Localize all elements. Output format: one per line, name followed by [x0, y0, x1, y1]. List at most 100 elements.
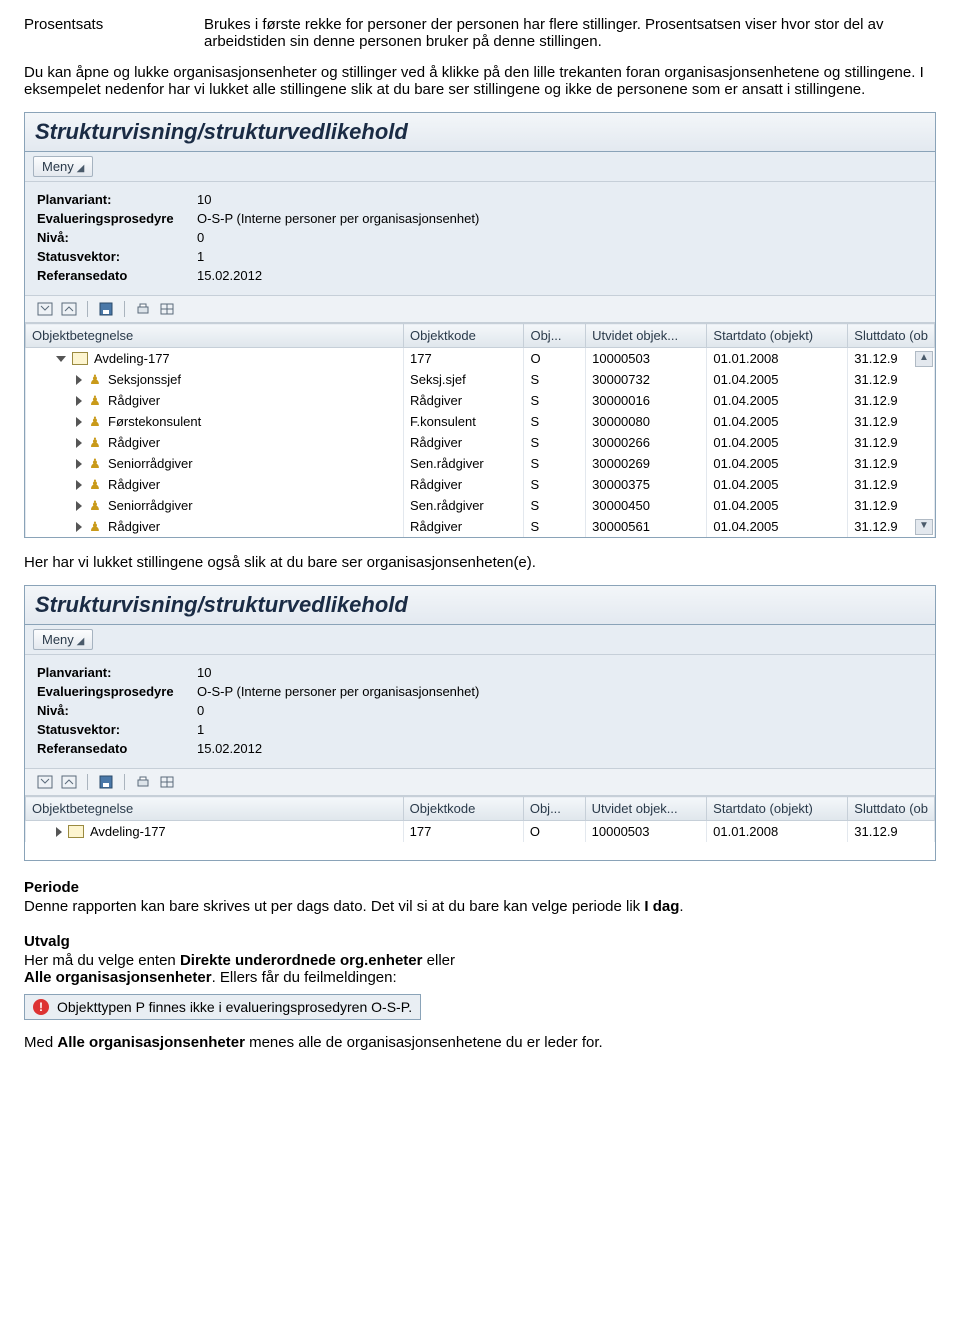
info-label: Referansedato [37, 739, 197, 758]
expander-icon[interactable] [76, 438, 82, 448]
scroll-down-icon[interactable]: ▼ [915, 519, 933, 535]
cell: 31.12.9 [848, 495, 935, 516]
table-row[interactable]: Avdeling-177177O1000050301.01.200831.12.… [26, 821, 935, 843]
person-icon: ♟ [88, 499, 102, 513]
person-icon: ♟ [88, 457, 102, 471]
info-label: Planvariant: [37, 663, 197, 682]
info-value: 0 [197, 701, 204, 720]
cell: 30000450 [586, 495, 707, 516]
cell: 01.04.2005 [707, 453, 848, 474]
text: Denne rapporten kan bare skrives ut per … [24, 898, 644, 915]
col-header[interactable]: Obj... [523, 797, 585, 821]
sap-grid: Objektbetegnelse Objektkode Obj... Utvid… [25, 796, 935, 860]
col-header[interactable]: Utvidet objek... [585, 797, 707, 821]
table-row[interactable]: ♟SeksjonssjefSeksj.sjefS3000073201.04.20… [26, 369, 935, 390]
expander-icon[interactable] [76, 459, 82, 469]
expander-icon[interactable] [56, 356, 66, 362]
sap-grid: Objektbetegnelse Objektkode Obj... Utvid… [25, 323, 935, 537]
expander-icon[interactable] [76, 522, 82, 532]
cell: 31.12.9 [848, 474, 935, 495]
expander-icon[interactable] [76, 396, 82, 406]
cell: S [524, 516, 586, 537]
cell: 31.12.9 [848, 432, 935, 453]
expander-icon[interactable] [76, 375, 82, 385]
cell: 01.01.2008 [707, 348, 848, 370]
menu-button[interactable]: Meny [33, 629, 93, 650]
cell: S [524, 474, 586, 495]
col-header[interactable]: Objektbetegnelse [26, 797, 404, 821]
row-label: Seniorrådgiver [108, 456, 193, 471]
cell: 30000561 [586, 516, 707, 537]
col-header[interactable]: Sluttdato (ob [848, 324, 935, 348]
collapse-icon[interactable] [35, 773, 55, 791]
col-header[interactable]: Startdato (objekt) [707, 797, 848, 821]
sap-title: Strukturvisning/strukturvedlikehold [25, 586, 935, 625]
cell: Seksj.sjef [404, 369, 524, 390]
expander-icon[interactable] [76, 501, 82, 511]
expand-icon[interactable] [59, 300, 79, 318]
row-label: Avdeling-177 [90, 824, 166, 839]
col-header[interactable]: Objektbetegnelse [26, 324, 404, 348]
col-header[interactable]: Objektkode [404, 324, 524, 348]
cell: 177 [403, 821, 523, 843]
layout-icon[interactable] [157, 773, 177, 791]
sap-toolbar [25, 769, 935, 796]
cell: 10000503 [586, 348, 707, 370]
cell: S [524, 390, 586, 411]
table-row[interactable]: ♟SeniorrådgiverSen.rådgiverS3000026901.0… [26, 453, 935, 474]
cell: S [524, 369, 586, 390]
table-row[interactable]: ♟SeniorrådgiverSen.rådgiverS3000045001.0… [26, 495, 935, 516]
expander-icon[interactable] [56, 827, 62, 837]
row-label: Rådgiver [108, 477, 160, 492]
row-label: Avdeling-177 [94, 351, 170, 366]
cell: O [524, 348, 586, 370]
layout-icon[interactable] [157, 300, 177, 318]
expander-icon[interactable] [76, 417, 82, 427]
row-label: Rådgiver [108, 435, 160, 450]
table-row[interactable]: ♟RådgiverRådgiverS3000001601.04.200531.1… [26, 390, 935, 411]
col-header[interactable]: Sluttdato (ob [848, 797, 935, 821]
expand-icon[interactable] [59, 773, 79, 791]
person-icon: ♟ [88, 520, 102, 534]
row-label: Rådgiver [108, 393, 160, 408]
info-label: Statusvektor: [37, 247, 197, 266]
person-icon: ♟ [88, 436, 102, 450]
info-label: Evalueringsprosedyre [37, 682, 197, 701]
cell: 30000016 [586, 390, 707, 411]
scroll-up-icon[interactable]: ▲ [915, 351, 933, 367]
table-row[interactable]: Avdeling-177177O1000050301.01.200831.12.… [26, 348, 935, 370]
menu-button[interactable]: Meny [33, 156, 93, 177]
save-icon[interactable] [96, 773, 116, 791]
table-row[interactable]: ♟RådgiverRådgiverS3000026601.04.200531.1… [26, 432, 935, 453]
cell: 30000732 [586, 369, 707, 390]
cell: Rådgiver [404, 432, 524, 453]
cell: 31.12.9 [848, 453, 935, 474]
text: eller [423, 952, 456, 969]
col-header[interactable]: Startdato (objekt) [707, 324, 848, 348]
expander-icon[interactable] [76, 480, 82, 490]
cell: 31.12.9 [848, 411, 935, 432]
text: Her må du velge enten [24, 952, 180, 969]
col-header[interactable]: Obj... [524, 324, 586, 348]
cell: 31.12.9 [848, 390, 935, 411]
person-icon: ♟ [88, 478, 102, 492]
info-label: Evalueringsprosedyre [37, 209, 197, 228]
cell: Rådgiver [404, 390, 524, 411]
print-icon[interactable] [133, 300, 153, 318]
save-icon[interactable] [96, 300, 116, 318]
info-value: 10 [197, 190, 211, 209]
table-row[interactable]: ♟RådgiverRådgiverS3000037501.04.200531.1… [26, 474, 935, 495]
collapse-icon[interactable] [35, 300, 55, 318]
table-row[interactable]: ♟FørstekonsulentF.konsulentS3000008001.0… [26, 411, 935, 432]
col-header[interactable]: Utvidet objek... [586, 324, 707, 348]
text-bold: Alle organisasjonsenheter [24, 969, 212, 986]
col-header[interactable]: Objektkode [403, 797, 523, 821]
cell: 01.04.2005 [707, 432, 848, 453]
print-icon[interactable] [133, 773, 153, 791]
text-bold: I dag [644, 898, 679, 915]
definition-body: Brukes i første rekke for personer der p… [204, 16, 936, 50]
text: Med [24, 1034, 57, 1051]
table-row[interactable]: ♟RådgiverRådgiverS3000056101.04.200531.1… [26, 516, 935, 537]
row-label: Førstekonsulent [108, 414, 201, 429]
info-label: Planvariant: [37, 190, 197, 209]
